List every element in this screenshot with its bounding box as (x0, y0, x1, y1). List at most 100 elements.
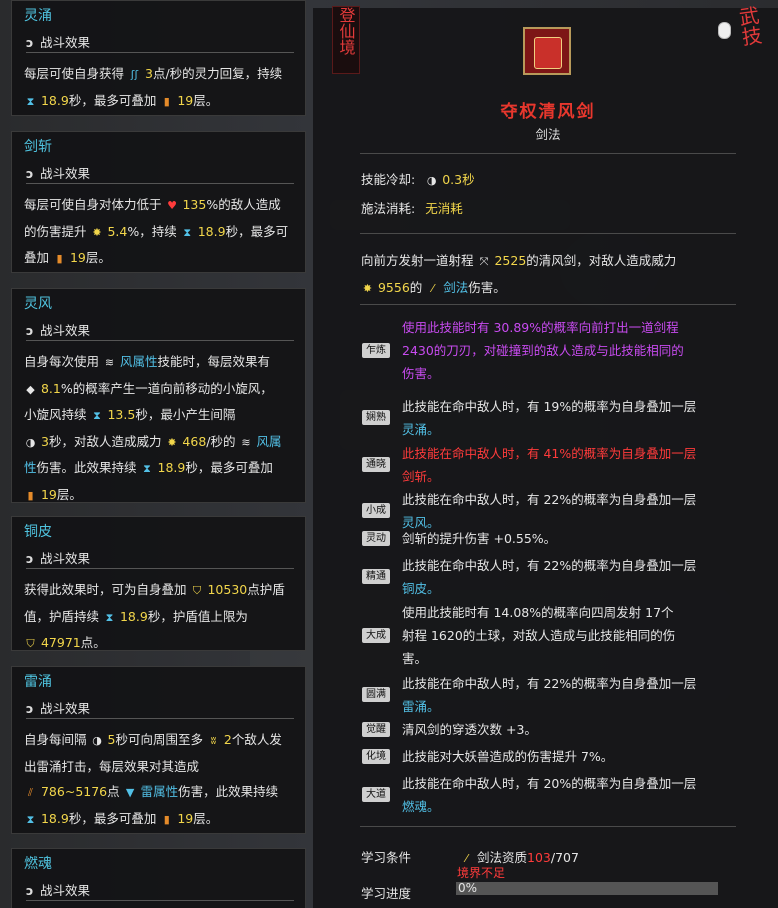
buff-subtitle: ↄ 战斗效果 (26, 880, 294, 901)
thunder-icon: ▼ (125, 786, 135, 799)
cooldown-icon: ◑ (92, 734, 102, 747)
chance-icon: ◆ (26, 382, 35, 396)
level-line: 剑斩。 (402, 469, 440, 484)
buff-panel-tongpi: 铜皮 ↄ 战斗效果 获得此效果时，可为自身叠加 ⛉ 10530点护盾 值，护盾持续… (11, 516, 306, 651)
level-line: 铜皮。 (402, 581, 440, 596)
buff-panel-ranhun: 燃魂 ↄ 战斗效果 (11, 848, 306, 908)
buff-subtitle: ↄ 战斗效果 (26, 32, 294, 53)
level-line: 2430的刀刃，对碰撞到的敌人造成与此技能相同的 (402, 343, 684, 358)
level-description: 此技能对大妖兽造成的伤害提升 7%。 (402, 745, 742, 768)
buff-title: 铜皮 (24, 524, 52, 540)
level-tag: 大成 (362, 627, 390, 643)
level-description: 此技能在命中敌人时，有 41%的概率为自身叠加一层 剑斩。 (402, 442, 742, 488)
skill-type: 剑法 (535, 127, 561, 142)
learn-progress-value: 0% (458, 881, 478, 895)
swirl-icon: ↄ (26, 35, 34, 50)
level-tag: 化境 (362, 748, 390, 764)
level-tag: 精通 (362, 569, 390, 584)
hourglass-icon: ⧗ (26, 94, 35, 108)
burst-icon: ✸ (167, 435, 177, 449)
buff-title: 灵风 (24, 296, 52, 312)
mana-icon: ʃʃ (130, 68, 139, 81)
skill-book-icon (523, 27, 571, 75)
stack-icon: ▮ (56, 252, 63, 265)
level-line: 使用此技能时有 30.89%的概率向前打出一道剑程 (402, 320, 679, 335)
swirl-icon: ↄ (26, 883, 34, 898)
level-line: 清风剑的穿透次数 +3。 (402, 722, 537, 737)
level-description: 剑斩的提升伤害 +0.55%。 (402, 527, 742, 550)
cooldown-icon: ◑ (25, 435, 36, 449)
level-tag: 灵动 (362, 530, 390, 546)
wind-icon: ≋ (104, 356, 115, 369)
level-line: 此技能在命中敌人时，有 22%的概率为自身叠加一层 (402, 492, 697, 507)
buff-description: 每层可使自身获得 ʃʃ 3点/秒的灵力回复，持续 ⧗ 18.9秒，最多可叠加 ▮… (24, 61, 300, 114)
level-tag: 圆满 (362, 687, 390, 702)
buff-panel-lingyong: 灵涌 ↄ 战斗效果 每层可使自身获得 ʃʃ 3点/秒的灵力回复，持续 ⧗ 18.9… (11, 0, 306, 116)
shield-icon: ⛉ (192, 584, 202, 597)
mouse-icon (718, 22, 731, 39)
hourglass-icon: ⧗ (183, 225, 192, 239)
learn-progress-label: 学习进度 (361, 886, 412, 901)
learn-warning: 境界不足 (457, 866, 506, 880)
level-description: 此技能在命中敌人时，有 22%的概率为自身叠加一层 铜皮。 (402, 554, 742, 600)
level-line: 灵涌。 (402, 422, 440, 437)
buff-subtitle: ↄ 战斗效果 (26, 698, 294, 719)
buff-subtitle: ↄ 战斗效果 (26, 163, 294, 184)
divider (360, 233, 736, 234)
level-tag: 大道 (362, 787, 390, 802)
level-line: 伤害。 (402, 366, 440, 381)
buff-panel-jianzhan: 剑斩 ↄ 战斗效果 每层可使自身对体力低于 ♥ 135%的敌人造成 的伤害提升 ✸… (11, 131, 306, 273)
buff-subtitle: ↄ 战斗效果 (26, 320, 294, 341)
level-line: 此技能在命中敌人时，有 19%的概率为自身叠加一层 (402, 399, 697, 414)
buff-panel-lingfeng: 灵风 ↄ 战斗效果 自身每次使用 ≋ 风属性技能时，每层效果有 ◆ 8.1%的概率… (11, 288, 306, 503)
level-description: 此技能在命中敌人时，有 20%的概率为自身叠加一层 燃魂。 (402, 772, 742, 818)
level-tag: 通晓 (362, 457, 390, 472)
buff-title: 雷涌 (24, 674, 52, 690)
level-tag: 娴熟 (362, 410, 390, 425)
level-line: 此技能对大妖兽造成的伤害提升 7%。 (402, 749, 614, 764)
burst-icon: ✸ (92, 225, 102, 239)
wind-icon: ≋ (241, 435, 251, 449)
level-line: 害。 (402, 651, 428, 666)
hourglass-icon: ⧗ (143, 462, 151, 475)
hourglass-icon: ⧗ (26, 812, 35, 826)
divider (360, 826, 736, 827)
shield-icon: ⛉ (26, 637, 35, 650)
realm-side-tab[interactable]: 登仙境 (332, 6, 360, 74)
buff-title: 灵涌 (24, 8, 52, 24)
level-tag: 小成 (362, 503, 390, 518)
cooldown-icon: ◑ (426, 174, 437, 187)
learn-condition-label: 学习条件 (361, 850, 412, 865)
category-label: 武技 (734, 4, 764, 48)
level-line: 射程 1620的土球，对敌人造成与此技能相同的伤 (402, 628, 676, 643)
level-description: 使用此技能时有 14.08%的概率向四周发射 17个 射程 1620的土球，对敌人… (402, 601, 742, 670)
heart-icon: ♥ (167, 199, 177, 212)
level-description: 清风剑的穿透次数 +3。 (402, 718, 742, 741)
level-tag: 乍炼 (362, 342, 390, 358)
hourglass-icon: ⧗ (93, 409, 101, 422)
level-line: 此技能在命中敌人时，有 41%的概率为自身叠加一层 (402, 446, 697, 461)
level-line: 此技能在命中敌人时，有 22%的概率为自身叠加一层 (402, 676, 697, 691)
level-description: 使用此技能时有 30.89%的概率向前打出一道剑程 2430的刀刃，对碰撞到的敌人… (402, 316, 742, 385)
level-description: 此技能在命中敌人时，有 19%的概率为自身叠加一层 灵涌。 (402, 395, 742, 441)
targets-icon: ʬ (210, 734, 217, 747)
skill-name: 夺权清风剑 (500, 102, 596, 122)
swirl-icon: ↄ (26, 701, 34, 716)
skill-description: 向前方发射一道射程 ⤧ 2525的清风剑，对敌人造成威力 ✸ 9556的 ⁄ 剑… (361, 248, 731, 302)
stack-icon: ▮ (27, 488, 34, 502)
stack-icon: ▮ (163, 812, 170, 826)
buff-subtitle: ↄ 战斗效果 (26, 548, 294, 569)
swirl-icon: ↄ (26, 551, 34, 566)
swirl-icon: ↄ (26, 323, 34, 338)
buff-title: 燃魂 (24, 856, 52, 872)
buff-description: 自身每次使用 ≋ 风属性技能时，每层效果有 ◆ 8.1%的概率产生一道向前移动的… (24, 349, 300, 508)
buff-description: 自身每间隔 ◑ 5秒可向周围至多 ʬ 2个敌人发 出雷涌打击，每层效果对其造成 … (24, 727, 300, 832)
level-line: 使用此技能时有 14.08%的概率向四周发射 17个 (402, 605, 674, 620)
range-icon: ⤧ (479, 255, 489, 268)
divider (360, 304, 736, 305)
level-line: 此技能在命中敌人时，有 22%的概率为自身叠加一层 (402, 558, 697, 573)
learn-progress-bar (456, 882, 718, 895)
level-line: 此技能在命中敌人时，有 20%的概率为自身叠加一层 (402, 776, 697, 791)
level-line: 雷涌。 (402, 699, 440, 714)
buff-title: 剑斩 (24, 139, 52, 155)
